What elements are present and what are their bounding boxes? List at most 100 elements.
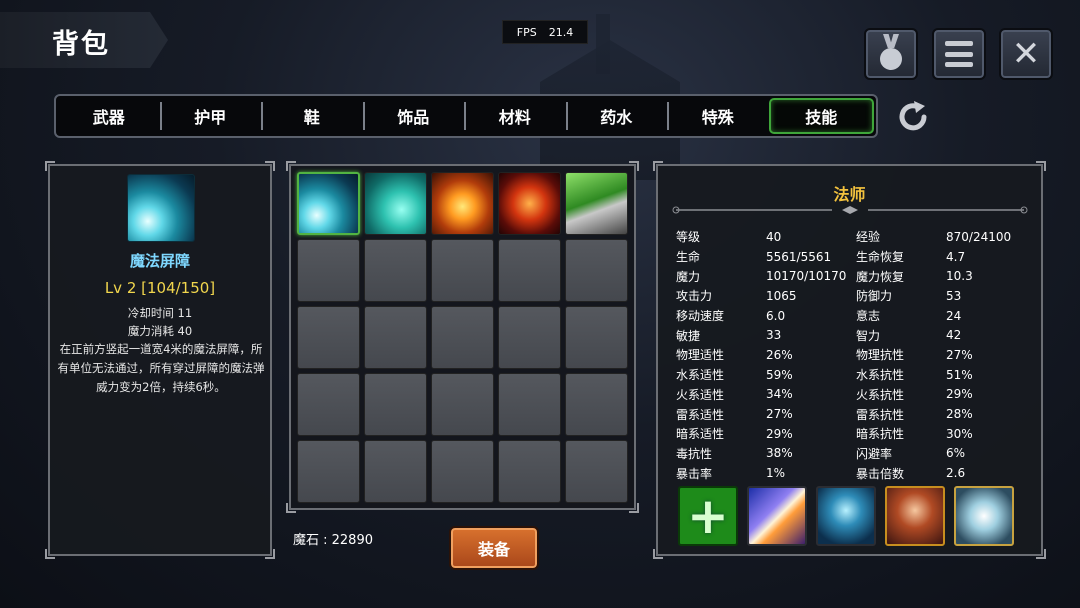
- stat-label: 闪避率: [856, 446, 893, 461]
- empty-slot[interactable]: [431, 306, 494, 369]
- stat-row: 移动速度 6.0 意志 24: [676, 306, 1036, 326]
- stat-row: 雷系适性 27% 雷系抗性 28%: [676, 404, 1036, 424]
- spirit-skill-icon[interactable]: [816, 486, 876, 546]
- tab-label: 技能: [805, 108, 838, 127]
- stat-value: 870/24100: [946, 229, 1012, 244]
- stat-label: 经验: [856, 230, 881, 245]
- skill-level: Lv 2 [104/150]: [104, 279, 216, 297]
- tab-potion[interactable]: 药水: [565, 98, 668, 134]
- stat-value: 27%: [766, 407, 793, 422]
- empty-slot[interactable]: [431, 373, 494, 436]
- tab-label: 鞋: [303, 108, 320, 127]
- empty-slot[interactable]: [431, 239, 494, 302]
- tab-special[interactable]: 特殊: [667, 98, 769, 134]
- stat-label: 火系适性: [676, 387, 725, 402]
- equip-button[interactable]: 装备: [449, 526, 539, 570]
- skill-detail-panel: 魔法屏障 Lv 2 [104/150] 冷却时间 11 魔力消耗 40 在正前方…: [45, 161, 275, 559]
- stat-value: 4.7: [946, 249, 966, 264]
- empty-slot[interactable]: [565, 440, 628, 503]
- menu-button[interactable]: [932, 28, 986, 80]
- stat-row: 物理适性 26% 物理抗性 27%: [676, 345, 1036, 365]
- tab-label: 饰品: [397, 108, 430, 127]
- skill-mana-cost: 魔力消耗 40: [127, 324, 193, 338]
- stat-label: 雷系适性: [676, 407, 725, 422]
- stat-value: 40: [766, 229, 782, 244]
- empty-slot[interactable]: [498, 440, 561, 503]
- skill-slot-demon[interactable]: [498, 172, 561, 235]
- tab-weapon[interactable]: 武器: [58, 98, 160, 134]
- stat-row: 生命 5561/5561 生命恢复 4.7: [676, 247, 1036, 267]
- stat-label: 物理抗性: [856, 348, 905, 363]
- stat-label: 暴击率: [676, 466, 713, 481]
- empty-slot[interactable]: [364, 440, 427, 503]
- inventory-panel: [286, 161, 639, 513]
- empty-slot[interactable]: [364, 373, 427, 436]
- empty-slot[interactable]: [565, 239, 628, 302]
- stat-value: 1065: [766, 288, 797, 303]
- stat-value: 29%: [946, 387, 973, 402]
- tab-skill[interactable]: 技能: [768, 98, 874, 134]
- whirlwind-skill-icon[interactable]: [954, 486, 1014, 546]
- stat-value: 29%: [766, 426, 793, 441]
- empty-slot[interactable]: [297, 306, 360, 369]
- empty-slot[interactable]: [565, 306, 628, 369]
- stat-row: 攻击力 1065 防御力 53: [676, 286, 1036, 306]
- skill-cooldown: 冷却时间 11: [127, 306, 193, 320]
- page-title: 背包: [52, 29, 110, 60]
- tab-armor[interactable]: 护甲: [159, 98, 262, 134]
- stat-value: 42: [946, 328, 962, 343]
- empty-slot[interactable]: [297, 373, 360, 436]
- empty-slot[interactable]: [297, 239, 360, 302]
- stat-label: 敏捷: [676, 328, 701, 343]
- skill-description: 在正前方竖起一道宽4米的魔法屏障，所有单位无法通过，所有穿过屏障的魔法弹威力变为…: [57, 342, 265, 394]
- stat-value: 5561/5561: [766, 249, 832, 264]
- class-name: 法师: [833, 185, 866, 204]
- stat-value: 53: [946, 288, 962, 303]
- stat-label: 水系抗性: [856, 368, 905, 383]
- skill-name: 魔法屏障: [129, 252, 190, 270]
- stat-label: 移动速度: [676, 309, 725, 324]
- tab-accessory[interactable]: 饰品: [362, 98, 465, 134]
- stat-label: 生命: [676, 250, 701, 265]
- light-beam-skill-icon[interactable]: [747, 486, 807, 546]
- menu-icon: [945, 41, 973, 67]
- stat-value: 6.0: [766, 308, 786, 323]
- skill-slot-water[interactable]: [364, 172, 427, 235]
- achievements-button[interactable]: [864, 28, 918, 80]
- skill-slot-nature[interactable]: [565, 172, 628, 235]
- empty-slot[interactable]: [297, 440, 360, 503]
- stats-table: 等级 40 经验 870/24100 生命 5561/5561 生命恢复 4.7 魔力 10170…: [676, 227, 1036, 483]
- skill-slot-magic-barrier[interactable]: [297, 172, 360, 235]
- empty-slot[interactable]: [498, 306, 561, 369]
- stat-value: 24: [946, 308, 962, 323]
- empty-slot[interactable]: [498, 373, 561, 436]
- stat-label: 等级: [676, 230, 701, 245]
- inventory-grid: [297, 172, 628, 503]
- empty-slot[interactable]: [431, 440, 494, 503]
- stat-row: 水系适性 59% 水系抗性 51%: [676, 365, 1036, 385]
- heal-skill-icon[interactable]: +: [678, 486, 738, 546]
- stat-label: 魔力恢复: [856, 269, 905, 284]
- stat-label: 火系抗性: [856, 387, 905, 402]
- stat-row: 火系适性 34% 火系抗性 29%: [676, 385, 1036, 405]
- stat-row: 暴击率 1% 暴击倍数 2.6: [676, 463, 1036, 483]
- empty-slot[interactable]: [364, 239, 427, 302]
- empty-slot[interactable]: [565, 373, 628, 436]
- empty-slot[interactable]: [364, 306, 427, 369]
- empty-slot[interactable]: [498, 239, 561, 302]
- tab-material[interactable]: 材料: [464, 98, 566, 134]
- skill-icon: [127, 174, 195, 242]
- stat-value: 30%: [946, 426, 973, 441]
- tab-label: 护甲: [194, 108, 227, 127]
- tab-shoes[interactable]: 鞋: [261, 98, 363, 134]
- close-button[interactable]: ✕: [999, 28, 1053, 80]
- stat-label: 物理适性: [676, 348, 725, 363]
- skill-slot-fire[interactable]: [431, 172, 494, 235]
- category-tabs: 武器 护甲 鞋 饰品 材料 药水 特殊 技能: [54, 94, 878, 138]
- refresh-icon[interactable]: [894, 98, 932, 136]
- stat-value: 33: [766, 328, 782, 343]
- fps-label: FPS: [516, 25, 537, 39]
- close-icon: ✕: [1011, 34, 1041, 74]
- stat-label: 水系适性: [676, 368, 725, 383]
- hero-portrait-icon[interactable]: [885, 486, 945, 546]
